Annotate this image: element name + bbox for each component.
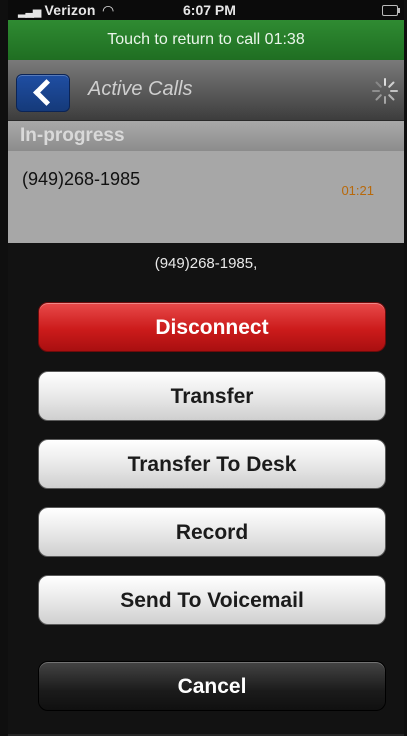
phone-screen: ▂▃▅ Verizon ◠ 6:07 PM Touch to return to… [8, 0, 404, 736]
navigation-bar: Active Calls [8, 60, 404, 121]
action-sheet-title: (949)268-1985, [154, 255, 258, 272]
cancel-button[interactable]: Cancel [38, 661, 386, 711]
signal-icon: ▂▃▅ [18, 6, 41, 18]
record-button[interactable]: Record [38, 507, 386, 557]
section-header: In-progress [8, 121, 404, 151]
return-to-call-banner[interactable]: Touch to return to call 01:38 [8, 20, 404, 60]
spinner-icon [372, 78, 398, 104]
transfer-to-desk-button[interactable]: Transfer To Desk [38, 439, 386, 489]
nav-title: Active Calls [88, 78, 193, 100]
disconnect-button[interactable]: Disconnect [38, 302, 386, 352]
status-time: 6:07 PM [183, 2, 236, 18]
transfer-button[interactable]: Transfer [38, 371, 386, 421]
call-duration: 01:21 [341, 183, 374, 198]
wifi-icon: ◠ [102, 2, 114, 18]
back-arrow-icon [33, 79, 60, 106]
call-number: (949)268-1985 [22, 169, 141, 189]
return-to-call-text: Touch to return to call 01:38 [107, 31, 305, 48]
carrier-label: ▂▃▅ Verizon ◠ [18, 2, 114, 19]
status-bar: ▂▃▅ Verizon ◠ 6:07 PM [8, 0, 404, 20]
action-sheet: (949)268-1985, Disconnect Transfer Trans… [8, 243, 404, 736]
carrier-text: Verizon [44, 2, 96, 18]
battery-icon [382, 5, 400, 16]
send-to-voicemail-button[interactable]: Send To Voicemail [38, 575, 386, 625]
call-list-item[interactable]: (949)268-1985 01:21 [8, 151, 404, 243]
back-button[interactable] [16, 74, 70, 112]
